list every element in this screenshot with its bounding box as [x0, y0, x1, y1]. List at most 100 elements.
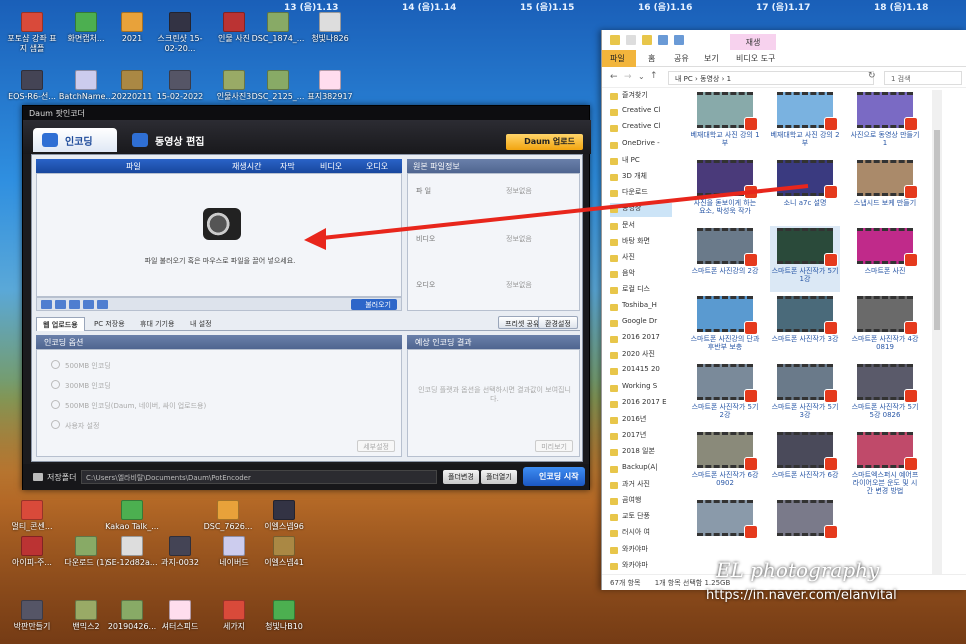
- detail-settings-button[interactable]: 세부설정: [357, 440, 395, 452]
- video-file-tile[interactable]: 스마트폰 사진작가 5기 2강: [690, 362, 760, 428]
- settings-button[interactable]: 환경설정: [538, 316, 578, 329]
- desktop-icon[interactable]: Kakao Talk_...: [104, 500, 160, 532]
- desktop-icon[interactable]: 15-02-2022: [152, 70, 208, 102]
- desktop-icon[interactable]: 스크린샷 15-02-20...: [152, 12, 208, 54]
- option-radio[interactable]: 500MB 인코딩(Daum, 네이버, 싸이 업로드용): [51, 400, 206, 411]
- video-file-tile[interactable]: 스마트폰 사진작가 5기 5강 0826: [850, 362, 920, 428]
- nav-item[interactable]: 곰여행: [610, 495, 672, 509]
- nav-item[interactable]: 2016년: [610, 414, 672, 428]
- col-video[interactable]: 비디오: [320, 161, 342, 172]
- option-radio[interactable]: 300MB 인코딩: [51, 380, 111, 391]
- video-file-tile[interactable]: 스냅시드 보케 만들기: [850, 158, 920, 224]
- col-file[interactable]: 파일: [126, 161, 141, 172]
- chevron-down-icon[interactable]: ⌄: [638, 72, 645, 81]
- ribbon-tab-file[interactable]: 파일: [602, 50, 636, 67]
- nav-item[interactable]: 사진: [610, 252, 672, 266]
- tab-video-edit[interactable]: 동영상 편집: [123, 128, 218, 152]
- nav-item[interactable]: 동영상: [610, 203, 672, 218]
- nav-item[interactable]: Creative Cl: [610, 122, 672, 136]
- nav-item[interactable]: Working S: [610, 382, 672, 396]
- preview-button[interactable]: 미리보기: [535, 440, 573, 452]
- video-file-tile[interactable]: 스마트엑스퍼시 예어프라이어오븐 운도 및 시간 변경 방법: [850, 430, 920, 496]
- nav-item[interactable]: 201415 20: [610, 365, 672, 379]
- nav-item[interactable]: Creative Cl: [610, 106, 672, 120]
- nav-item[interactable]: 내 PC: [610, 155, 672, 169]
- video-file-tile[interactable]: 베재대학교 사진 강의 1부: [690, 90, 760, 156]
- desktop-icon[interactable]: 박판만들기: [4, 600, 60, 632]
- desktop-icon[interactable]: EOS-R6-선...: [4, 70, 60, 102]
- save-path-field[interactable]: C:\Users\엘라비탈\Documents\Daum\PotEncoder: [81, 470, 437, 484]
- video-file-tile[interactable]: 스마트폰 사진: [850, 226, 920, 292]
- nav-item[interactable]: Toshiba_H: [610, 301, 672, 315]
- tab-web-upload[interactable]: 웹 업로드용: [36, 317, 85, 331]
- load-file-button[interactable]: 불러오기: [351, 299, 397, 310]
- video-file-tile[interactable]: 스마트폰 사진작가 3강: [770, 294, 840, 360]
- col-subtitle[interactable]: 자막: [280, 161, 295, 172]
- nav-item[interactable]: 과거 사진: [610, 479, 672, 493]
- undo-icon[interactable]: [658, 35, 668, 45]
- nav-item[interactable]: 2016 2017: [610, 333, 672, 347]
- desktop-icon[interactable]: 멀티_콘센...: [4, 500, 60, 532]
- tab-mobile[interactable]: 휴대 기기용: [134, 317, 180, 331]
- clear-icon[interactable]: [97, 300, 108, 309]
- desktop-icon[interactable]: 과지-0032: [152, 536, 208, 568]
- video-file-tile[interactable]: 스마트폰 사진강의 단과 후반부 보충: [690, 294, 760, 360]
- open-folder-button[interactable]: 폴더열기: [481, 470, 517, 484]
- file-drop-area[interactable]: 파일 불러오기 혹은 마우스로 파일을 끌어 넣으세요.: [36, 173, 402, 297]
- desktop-icon[interactable]: 셔터스피드: [152, 600, 208, 632]
- desktop-icon[interactable]: 이엘스넴41: [256, 536, 312, 568]
- daum-upload-button[interactable]: Daum 업로드: [506, 134, 583, 150]
- video-file-tile[interactable]: 스마트폰 사진작가 5기 1강: [770, 226, 840, 292]
- up-arrow-icon[interactable]: ↑: [650, 71, 658, 81]
- video-file-tile[interactable]: 스마트폰 사진작가 6강: [770, 430, 840, 496]
- desktop-icon[interactable]: 이엘스넴96: [256, 500, 312, 532]
- desktop-icon[interactable]: 아이피-주...: [4, 536, 60, 568]
- nav-item[interactable]: 즐겨찾기: [610, 90, 672, 104]
- tab-pc-save[interactable]: PC 저장용: [88, 317, 131, 331]
- start-encoding-button[interactable]: 인코딩 시작: [523, 467, 585, 486]
- option-radio[interactable]: 사용자 설정: [51, 420, 99, 431]
- desktop-icon[interactable]: 포토샵 강좌 표지 샘플: [4, 12, 60, 54]
- ribbon-tab-video-tools[interactable]: 비디오 도구: [736, 53, 775, 64]
- video-file-tile[interactable]: 사진으로 동영상 만들기 1: [850, 90, 920, 156]
- option-radio[interactable]: 500MB 인코딩: [51, 360, 111, 371]
- video-file-tile[interactable]: 베재대학교 사진 강의 2부: [770, 90, 840, 156]
- video-file-tile[interactable]: 스마트폰 사진작가 5기 3강: [770, 362, 840, 428]
- nav-item[interactable]: Backup(A|: [610, 463, 672, 477]
- nav-item[interactable]: Google Dr: [610, 317, 672, 331]
- ribbon-tab-view[interactable]: 보기: [704, 53, 719, 64]
- remove-icon[interactable]: [83, 300, 94, 309]
- tab-my-settings[interactable]: 내 설정: [184, 317, 218, 331]
- col-duration[interactable]: 재생시간: [232, 161, 261, 172]
- video-file-tile[interactable]: 스마트폰 사진작가 6강 0902: [690, 430, 760, 496]
- change-folder-button[interactable]: 폴더변경: [443, 470, 479, 484]
- desktop-icon[interactable]: DSC_2125_...: [250, 70, 306, 102]
- new-folder-icon[interactable]: [642, 35, 652, 45]
- col-audio[interactable]: 오디오: [366, 161, 388, 172]
- nav-item[interactable]: 2018 일본: [610, 446, 672, 460]
- desktop-icon[interactable]: 세가지: [206, 600, 262, 632]
- desktop-icon[interactable]: 표지382917: [302, 70, 358, 102]
- desktop-icon[interactable]: DSC_7626...: [200, 500, 256, 532]
- nav-item[interactable]: 와카야마: [610, 544, 672, 558]
- nav-item[interactable]: 2020 사진: [610, 349, 672, 363]
- desktop-icon[interactable]: 청빛나B10: [256, 600, 312, 632]
- path-field[interactable]: 내 PC › 동영상 › 1: [668, 71, 874, 85]
- nav-item[interactable]: 2017년: [610, 430, 672, 444]
- move-up-icon[interactable]: [55, 300, 66, 309]
- nav-item[interactable]: OneDrive -: [610, 139, 672, 153]
- ribbon-tab-home[interactable]: 홈: [648, 53, 655, 64]
- nav-item[interactable]: 교토 단풍: [610, 511, 672, 525]
- nav-item[interactable]: 문서: [610, 220, 672, 234]
- video-file-tile[interactable]: 사진을 돋보이게 하는 요소, 박성욱 작가: [690, 158, 760, 224]
- move-down-icon[interactable]: [69, 300, 80, 309]
- redo-icon[interactable]: [674, 35, 684, 45]
- video-file-tile[interactable]: 스마트폰 사진강의 2강: [690, 226, 760, 292]
- nav-item[interactable]: 음악: [610, 268, 672, 282]
- forward-arrow-icon[interactable]: →: [624, 72, 632, 82]
- desktop-icon[interactable]: 청빛나826: [302, 12, 358, 44]
- nav-item[interactable]: 바탕 화면: [610, 236, 672, 250]
- ribbon-tab-share[interactable]: 공유: [674, 53, 689, 64]
- nav-item[interactable]: 로컬 디스: [610, 284, 672, 298]
- nav-item[interactable]: 3D 개체: [610, 171, 672, 185]
